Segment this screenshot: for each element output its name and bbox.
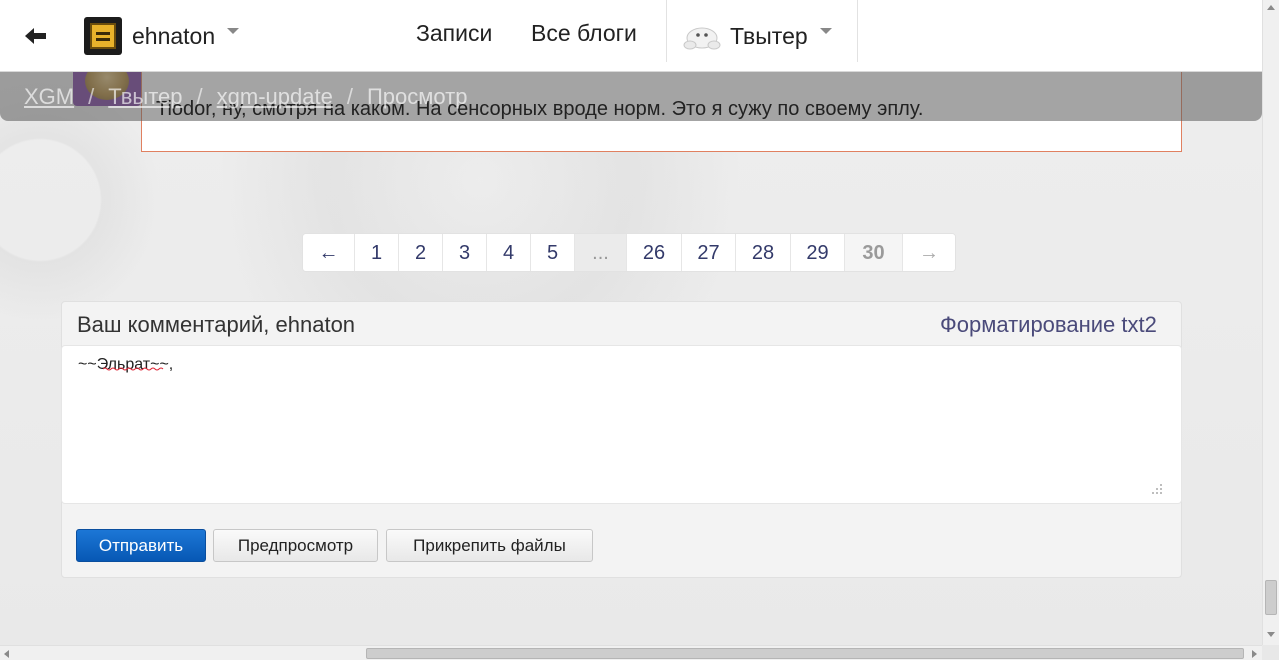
scroll-up-icon[interactable] — [1267, 5, 1275, 10]
scroll-down-icon[interactable] — [1267, 632, 1275, 637]
breadcrumb-item-xgm[interactable]: XGM — [24, 84, 74, 109]
formatting-help-link[interactable]: Форматирование txt2 — [940, 312, 1157, 338]
attach-files-button[interactable]: Прикрепить файлы — [386, 529, 593, 562]
comment-textarea[interactable] — [61, 345, 1182, 504]
nav-divider — [666, 0, 667, 62]
vertical-scroll-thumb[interactable] — [1265, 580, 1277, 615]
top-bar: ehnaton Записи Все блоги Твытер — [0, 0, 1262, 72]
pagination: ← 1 2 3 4 5 ... 26 27 28 29 30 → — [302, 233, 956, 272]
pagination-page[interactable]: 2 — [399, 234, 443, 271]
nav-posts-link[interactable]: Записи — [416, 20, 492, 47]
chevron-down-icon — [819, 28, 832, 34]
pagination-prev[interactable]: ← — [303, 234, 355, 271]
pagination-page[interactable]: 28 — [736, 234, 791, 271]
preview-button[interactable]: Предпросмотр — [213, 529, 378, 562]
pagination-page[interactable]: 29 — [791, 234, 845, 271]
breadcrumb-item-current: Просмотр — [366, 84, 468, 109]
chevron-down-icon — [227, 28, 240, 34]
breadcrumb: XGM / Твытер / xgm-update / Просмотр — [24, 84, 468, 109]
horizontal-scrollbar[interactable] — [0, 645, 1262, 660]
nav-divider — [857, 0, 858, 62]
blog-menu-label: Твытер — [730, 22, 808, 49]
pagination-page[interactable]: 3 — [443, 234, 487, 271]
user-name: ehnaton — [132, 22, 216, 49]
scroll-right-icon[interactable] — [1252, 650, 1257, 658]
blog-menu[interactable]: Твытер — [682, 16, 832, 56]
pagination-page[interactable]: 27 — [682, 234, 736, 271]
pagination-next: → — [903, 234, 955, 271]
scroll-left-icon[interactable] — [4, 650, 9, 658]
scrollbar-corner — [1262, 645, 1279, 660]
pagination-ellipsis: ... — [575, 234, 627, 271]
arrow-left-icon — [25, 28, 46, 44]
horizontal-scroll-thumb[interactable] — [366, 648, 1244, 659]
user-menu[interactable]: ehnaton — [84, 16, 240, 56]
resize-grip-icon[interactable] — [1150, 482, 1164, 496]
vertical-scrollbar[interactable] — [1262, 0, 1279, 645]
pagination-page[interactable]: 5 — [531, 234, 575, 271]
spellcheck-underline — [103, 367, 164, 371]
pagination-current-page: 30 — [845, 234, 903, 271]
back-button[interactable] — [18, 18, 54, 54]
breadcrumb-item-blog[interactable]: Твытер — [108, 84, 182, 109]
pagination-page[interactable]: 26 — [627, 234, 682, 271]
user-avatar — [84, 17, 122, 55]
submit-button[interactable]: Отправить — [76, 529, 206, 562]
nav-all-blogs-link[interactable]: Все блоги — [531, 20, 637, 47]
breadcrumb-item-post[interactable]: xgm-update — [217, 84, 333, 109]
ghost-icon — [683, 27, 721, 50]
pagination-page[interactable]: 1 — [355, 234, 399, 271]
pagination-page[interactable]: 4 — [487, 234, 531, 271]
comment-form-heading: Ваш комментарий, ehnaton — [77, 312, 356, 337]
